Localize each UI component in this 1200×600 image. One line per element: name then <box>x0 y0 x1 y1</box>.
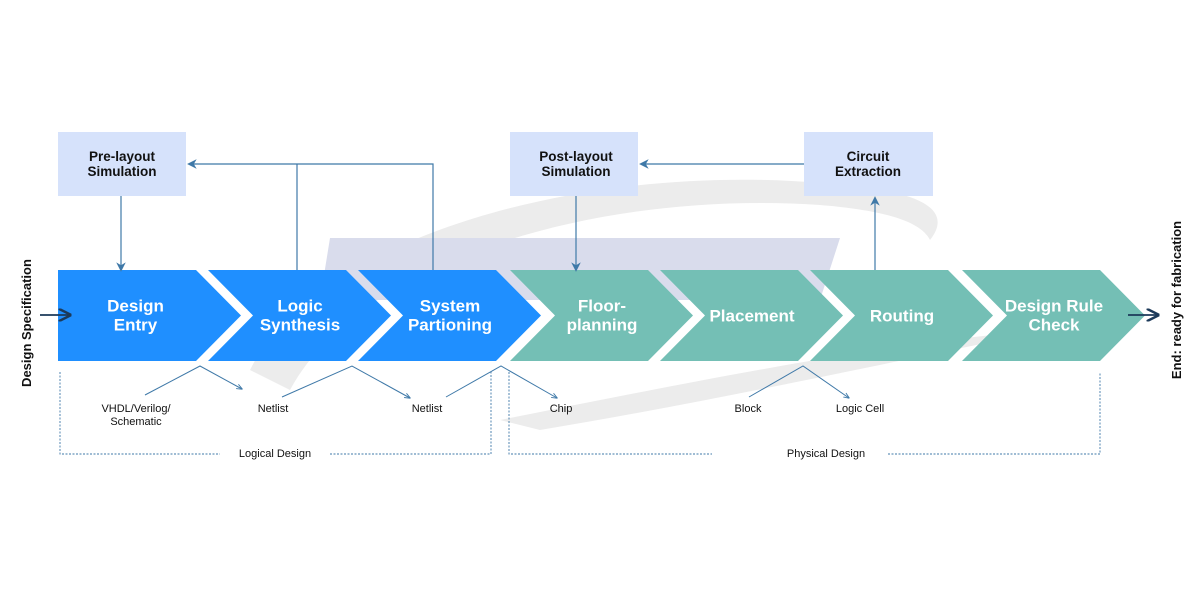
asic-design-flow-diagram: DesignEntry LogicSynthesis SystemPartionin… <box>19 132 1184 460</box>
circuit-extraction-box[interactable]: Circuit Extraction <box>804 132 933 196</box>
stage-label-line: Placement <box>709 307 794 326</box>
stage-label-line: System <box>420 297 480 316</box>
chip-output-label: Chip <box>550 403 573 415</box>
circuit-extraction-label-line1: Circuit <box>847 149 890 164</box>
post-layout-label-line2: Simulation <box>541 164 610 179</box>
stage-pipeline: DesignEntry LogicSynthesis SystemPartionin… <box>58 270 1145 361</box>
system-partioning-branch <box>445 365 557 398</box>
logical-design-label: Logical Design <box>239 448 311 460</box>
design-entry-branch <box>144 365 242 396</box>
pre-layout-label-line2: Simulation <box>87 164 156 179</box>
logical-design-bracket-right <box>330 372 492 455</box>
physical-design-bracket-right <box>888 372 1101 455</box>
stage-label-line: Design <box>107 297 164 316</box>
stage-label-line: Logic <box>277 297 322 316</box>
logic-cell-output-label: Logic Cell <box>836 403 884 415</box>
circuit-extraction-label-line2: Extraction <box>835 164 901 179</box>
pre-layout-label-line1: Pre-layout <box>89 149 156 164</box>
netlist-output-label-2: Netlist <box>412 403 443 415</box>
vhdl-output-label-line1: VHDL/Verilog/ <box>101 403 171 415</box>
stage-label-line: Synthesis <box>260 316 340 335</box>
block-output-label: Block <box>735 403 762 415</box>
post-layout-simulation-box[interactable]: Post-layout Simulation <box>510 132 638 196</box>
pre-layout-simulation-box[interactable]: Pre-layout Simulation <box>58 132 186 196</box>
stage-label-line: Entry <box>114 316 158 335</box>
physical-design-label: Physical Design <box>787 448 865 460</box>
stage-label-line: Partioning <box>408 316 492 335</box>
design-specification-label: Design Specification <box>19 259 34 387</box>
stage-label-line: Check <box>1028 316 1080 335</box>
stage-label-line: planning <box>567 316 638 335</box>
stage-label-line: Design Rule <box>1005 297 1103 316</box>
netlist-output-label-1: Netlist <box>258 403 289 415</box>
end-ready-for-fabrication-label: End: ready for fabrication <box>1169 221 1184 379</box>
stage-design-entry[interactable]: DesignEntry <box>58 270 241 361</box>
vhdl-output-label-line2: Schematic <box>110 416 162 428</box>
post-layout-label-line1: Post-layout <box>539 149 613 164</box>
stage-label-line: Floor- <box>578 297 626 316</box>
stage-label-line: Routing <box>870 307 934 326</box>
